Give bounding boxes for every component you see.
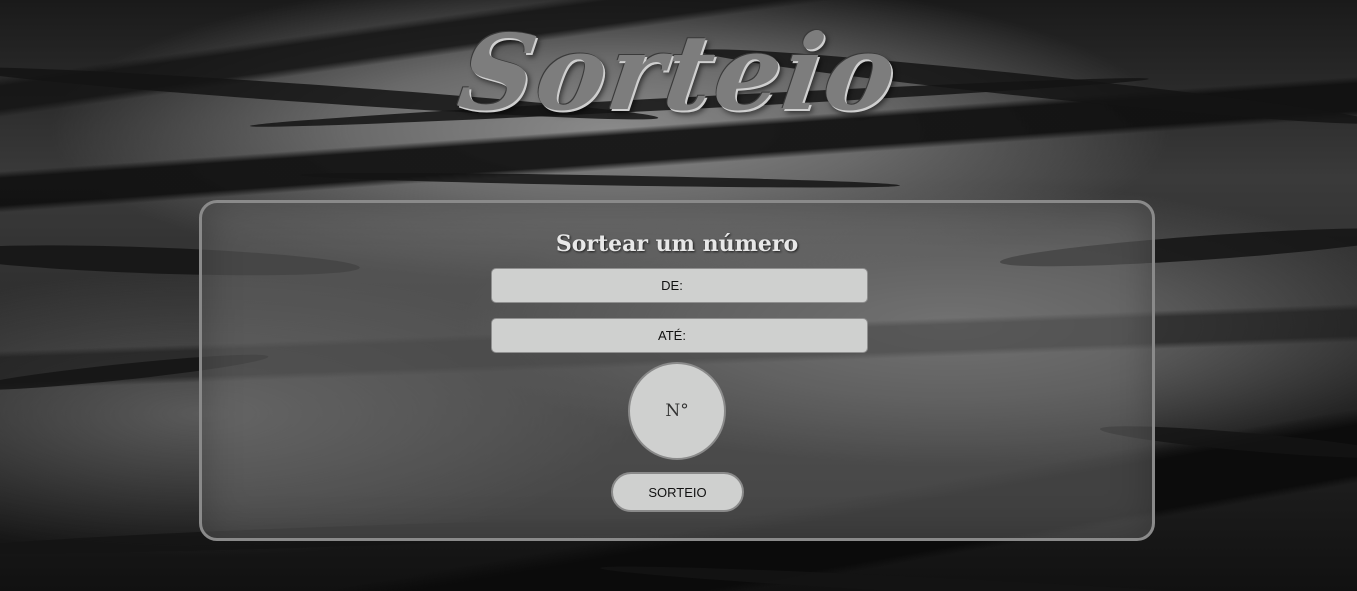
page-title: Sorteio: [451, 11, 906, 134]
panel-heading: Sortear um número: [555, 231, 799, 257]
draw-panel: Sortear um número N° SORTEIO: [199, 200, 1155, 541]
result-value: N°: [665, 401, 689, 421]
to-number-input[interactable]: [491, 318, 868, 353]
draw-button[interactable]: SORTEIO: [611, 472, 744, 512]
from-number-input[interactable]: [491, 268, 868, 303]
result-display: N°: [628, 362, 726, 460]
